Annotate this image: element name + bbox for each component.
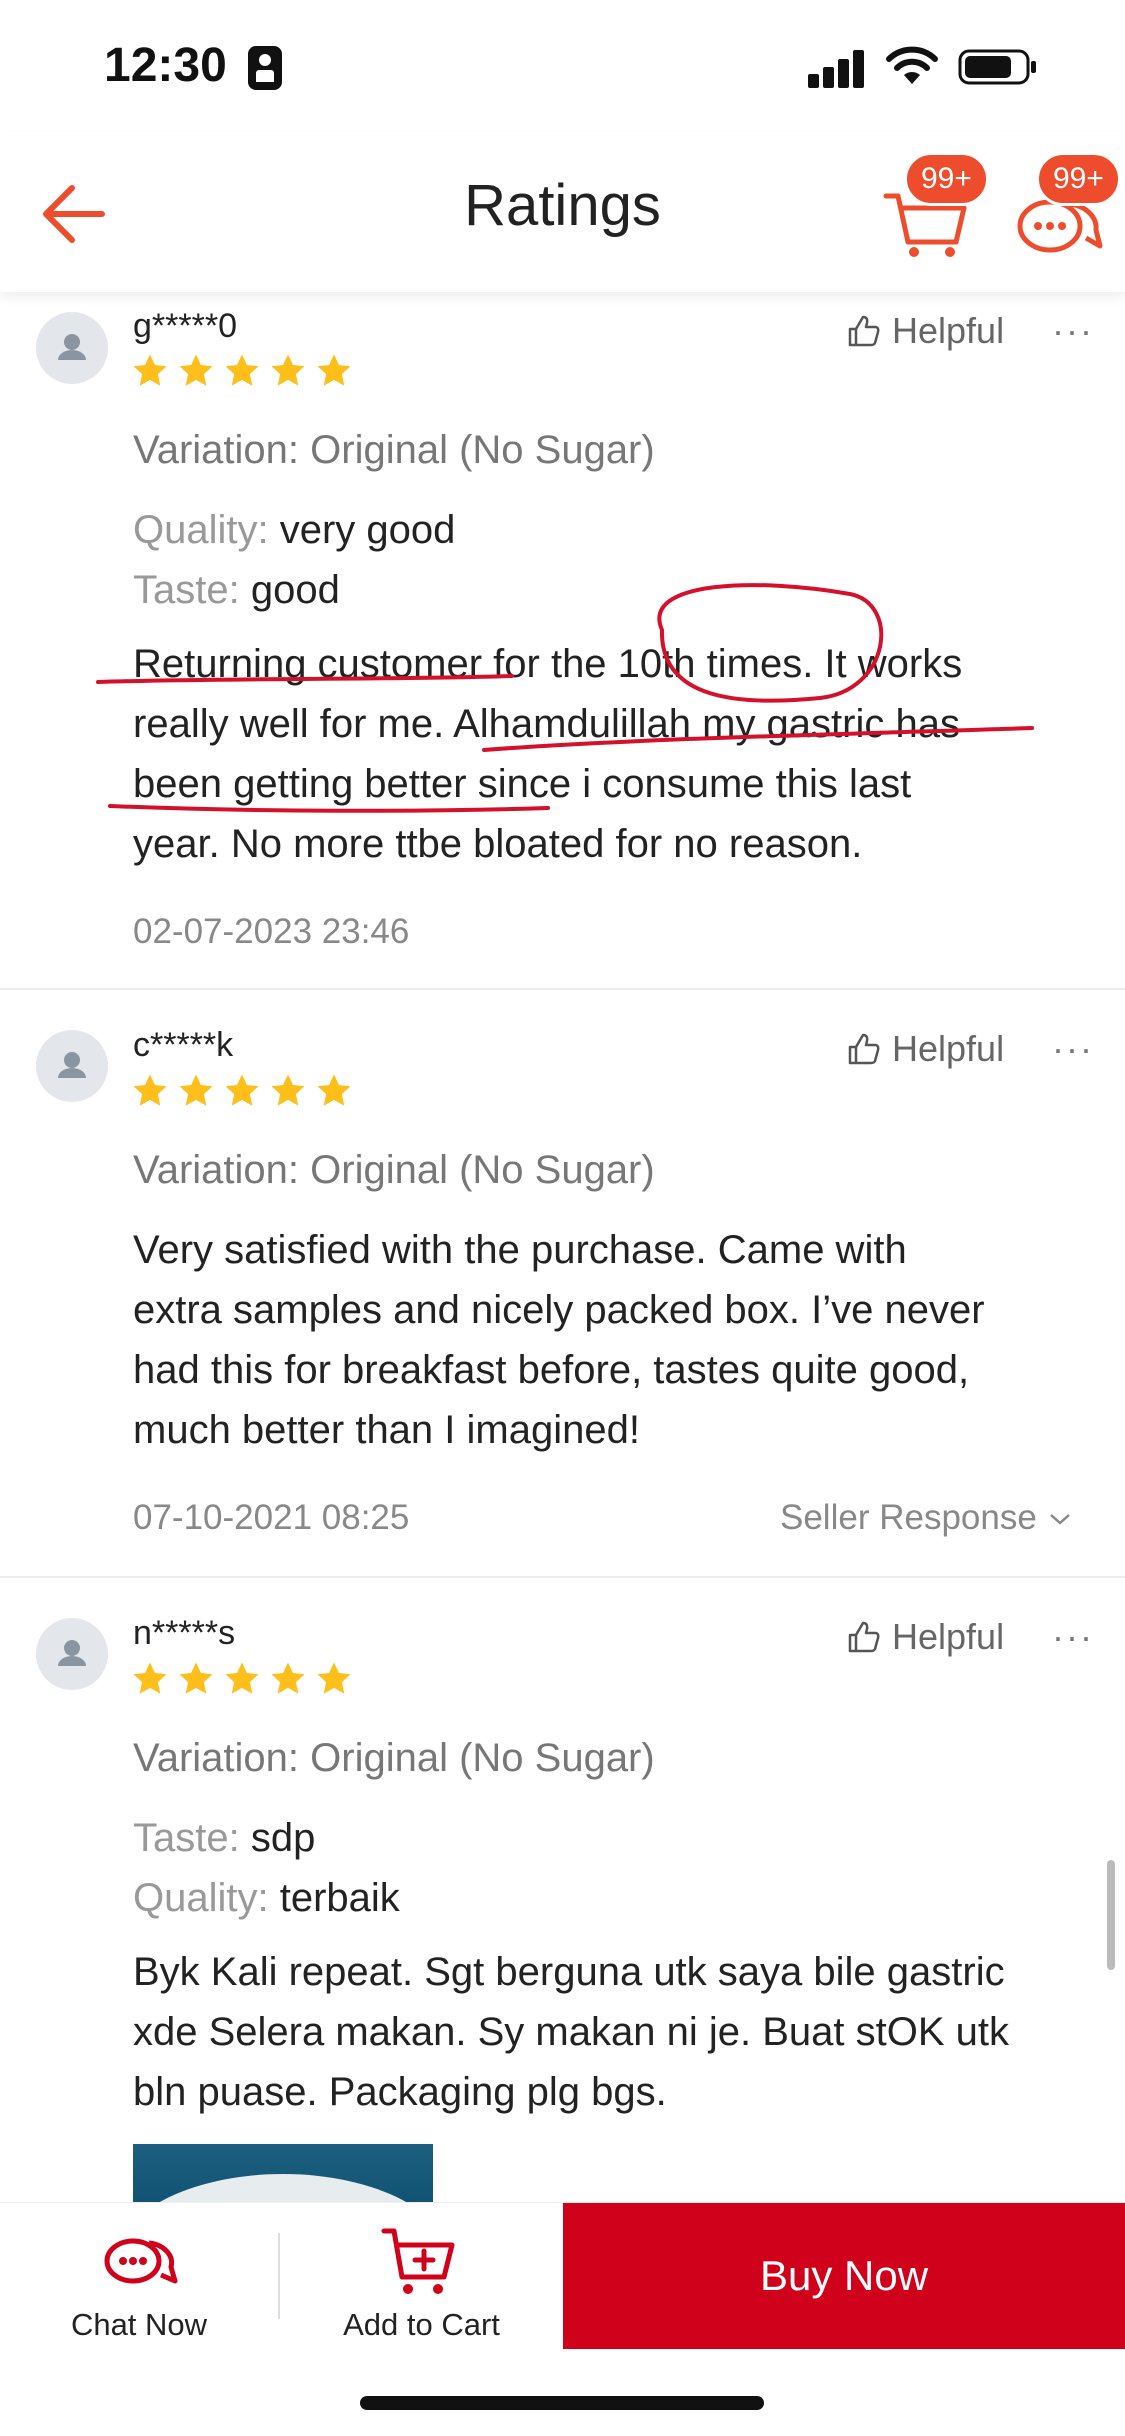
review-text-line: been getting better since i consume this…: [133, 762, 912, 806]
review-attribute: Quality: terbaik: [133, 1876, 400, 1921]
variation-label: Variation: Original (No Sugar): [133, 1148, 655, 1192]
chat-now-label: Chat Now: [70, 2307, 208, 2342]
attribute-key: Quality:: [133, 508, 269, 552]
review-text-line: bln puase. Packaging plg bgs.: [133, 2070, 667, 2114]
attribute-value: good: [250, 568, 340, 612]
thumbs-up-icon: [848, 315, 880, 347]
attribute-key: Taste:: [133, 568, 240, 612]
divider: [0, 988, 1125, 990]
star-icon: [225, 1074, 259, 1106]
chat-count-badge: 99+: [1036, 152, 1121, 206]
review-date: 07-10-2021 08:25: [133, 1498, 410, 1537]
divider: [0, 1576, 1125, 1578]
review-text: Returning customer for the 10th times. I…: [133, 634, 1093, 874]
review-text-line: xde Selera makan. Sy makan ni je. Buat s…: [133, 2010, 1009, 2054]
reviewer-username: n*****s: [133, 1614, 236, 1652]
chevron-down-icon: [1049, 1514, 1070, 1525]
user-icon: [58, 1052, 86, 1078]
star-icon: [225, 354, 259, 386]
attribute-value: terbaik: [279, 1876, 400, 1920]
review-text: Byk Kali repeat. Sgt berguna utk saya bi…: [133, 1942, 1093, 2122]
star-rating: [131, 1660, 353, 1700]
review-text-line: extra samples and nicely packed box. I’v…: [133, 1288, 985, 1332]
star-icon: [133, 354, 167, 386]
variation-label: Variation: Original (No Sugar): [133, 1736, 655, 1780]
chat-icon: [104, 2238, 178, 2284]
helpful-button[interactable]: Helpful: [846, 1028, 1004, 1070]
user-icon: [58, 334, 86, 360]
reviewer-username: c*****k: [133, 1026, 234, 1064]
star-icon: [271, 354, 305, 386]
star-icon: [317, 1074, 351, 1106]
helpful-label: Helpful: [892, 1616, 1005, 1657]
home-indicator: [360, 2396, 764, 2410]
star-icon: [317, 1662, 351, 1694]
avatar: [36, 1030, 108, 1102]
star-icon: [271, 1662, 305, 1694]
attribute-value: very good: [279, 508, 456, 552]
review-text-line: Returning customer for the 10th times. I…: [133, 642, 963, 686]
thumbs-up-icon: [848, 1033, 880, 1065]
helpful-label: Helpful: [892, 310, 1005, 351]
add-to-cart-icon: [381, 2228, 455, 2294]
add-to-cart-label: Add to Cart: [343, 2307, 500, 2342]
helpful-button[interactable]: Helpful: [846, 310, 1004, 352]
attribute-key: Quality:: [133, 1876, 269, 1920]
review-date: 02-07-2023 23:46: [133, 912, 410, 951]
review-text-line: Very satisfied with the purchase. Came w…: [133, 1228, 907, 1272]
header: Ratings 99+ 99+: [0, 132, 1125, 292]
star-icon: [179, 1662, 213, 1694]
review-text-line: much better than I imagined!: [133, 1408, 640, 1452]
review-text: Very satisfied with the purchase. Came w…: [133, 1220, 1093, 1460]
variation-label: Variation: Original (No Sugar): [133, 428, 655, 472]
reviewer-username: g*****0: [133, 307, 237, 345]
star-icon: [271, 1074, 305, 1106]
star-icon: [133, 1662, 167, 1694]
star-icon: [225, 1662, 259, 1694]
review-attribute: Quality: very good: [133, 508, 455, 553]
review-attribute: Taste: good: [133, 568, 340, 613]
more-options-button[interactable]: ···: [1052, 1028, 1094, 1070]
star-rating: [131, 1072, 353, 1112]
review-text-line: year. No more ttbe bloated for no reason…: [133, 822, 863, 866]
helpful-label: Helpful: [892, 1028, 1005, 1069]
cart-count-badge: 99+: [904, 152, 989, 206]
star-icon: [133, 1074, 167, 1106]
avatar: [36, 1618, 108, 1690]
seller-response-toggle[interactable]: Seller Response: [780, 1498, 1073, 1538]
star-rating: [131, 352, 353, 392]
seller-response-label: Seller Response: [780, 1498, 1037, 1537]
buy-now-button[interactable]: Buy Now: [563, 2203, 1125, 2349]
scrollbar[interactable]: [1107, 1860, 1115, 1970]
attribute-value: sdp: [250, 1816, 316, 1860]
more-options-button[interactable]: ···: [1052, 1616, 1094, 1658]
review-text-line: really well for me. Alhamdulillah my gas…: [133, 702, 960, 746]
star-icon: [179, 1074, 213, 1106]
review-attribute: Taste: sdp: [133, 1816, 315, 1861]
avatar: [36, 312, 108, 384]
helpful-button[interactable]: Helpful: [846, 1616, 1004, 1658]
attribute-key: Taste:: [133, 1816, 240, 1860]
user-icon: [58, 1640, 86, 1666]
bottom-action-bar: Chat Now Add to Cart Buy Now: [0, 2202, 1125, 2349]
thumbs-up-icon: [848, 1621, 880, 1653]
star-icon: [179, 354, 213, 386]
add-to-cart-button[interactable]: Add to Cart: [280, 2203, 563, 2349]
chat-now-button[interactable]: Chat Now: [0, 2203, 278, 2349]
review-text-line: Byk Kali repeat. Sgt berguna utk saya bi…: [133, 1950, 1005, 1994]
review-text-line: had this for breakfast before, tastes qu…: [133, 1348, 970, 1392]
star-icon: [317, 354, 351, 386]
more-options-button[interactable]: ···: [1052, 310, 1094, 352]
